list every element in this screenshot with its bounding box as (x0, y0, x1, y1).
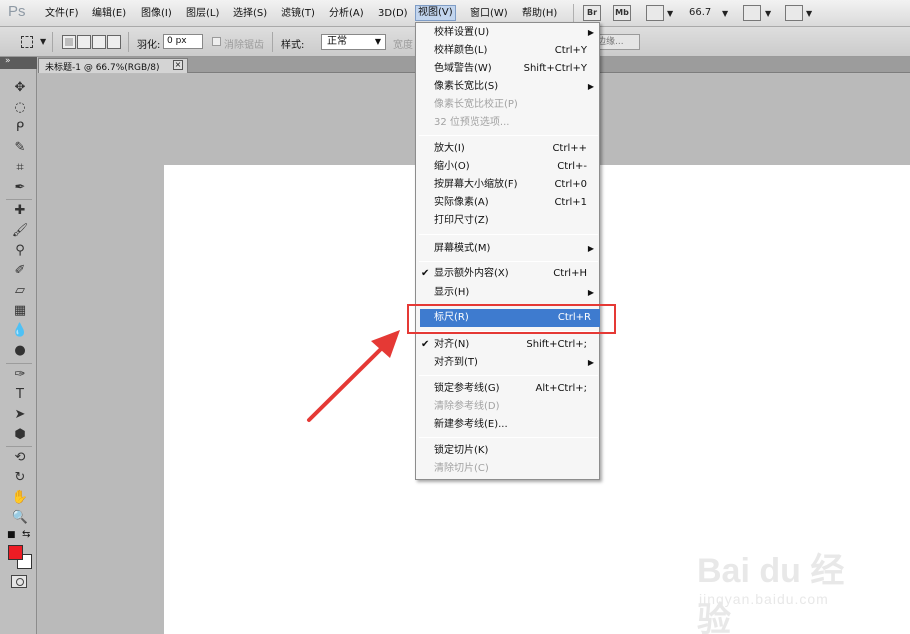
pointer-arrow (307, 330, 400, 422)
